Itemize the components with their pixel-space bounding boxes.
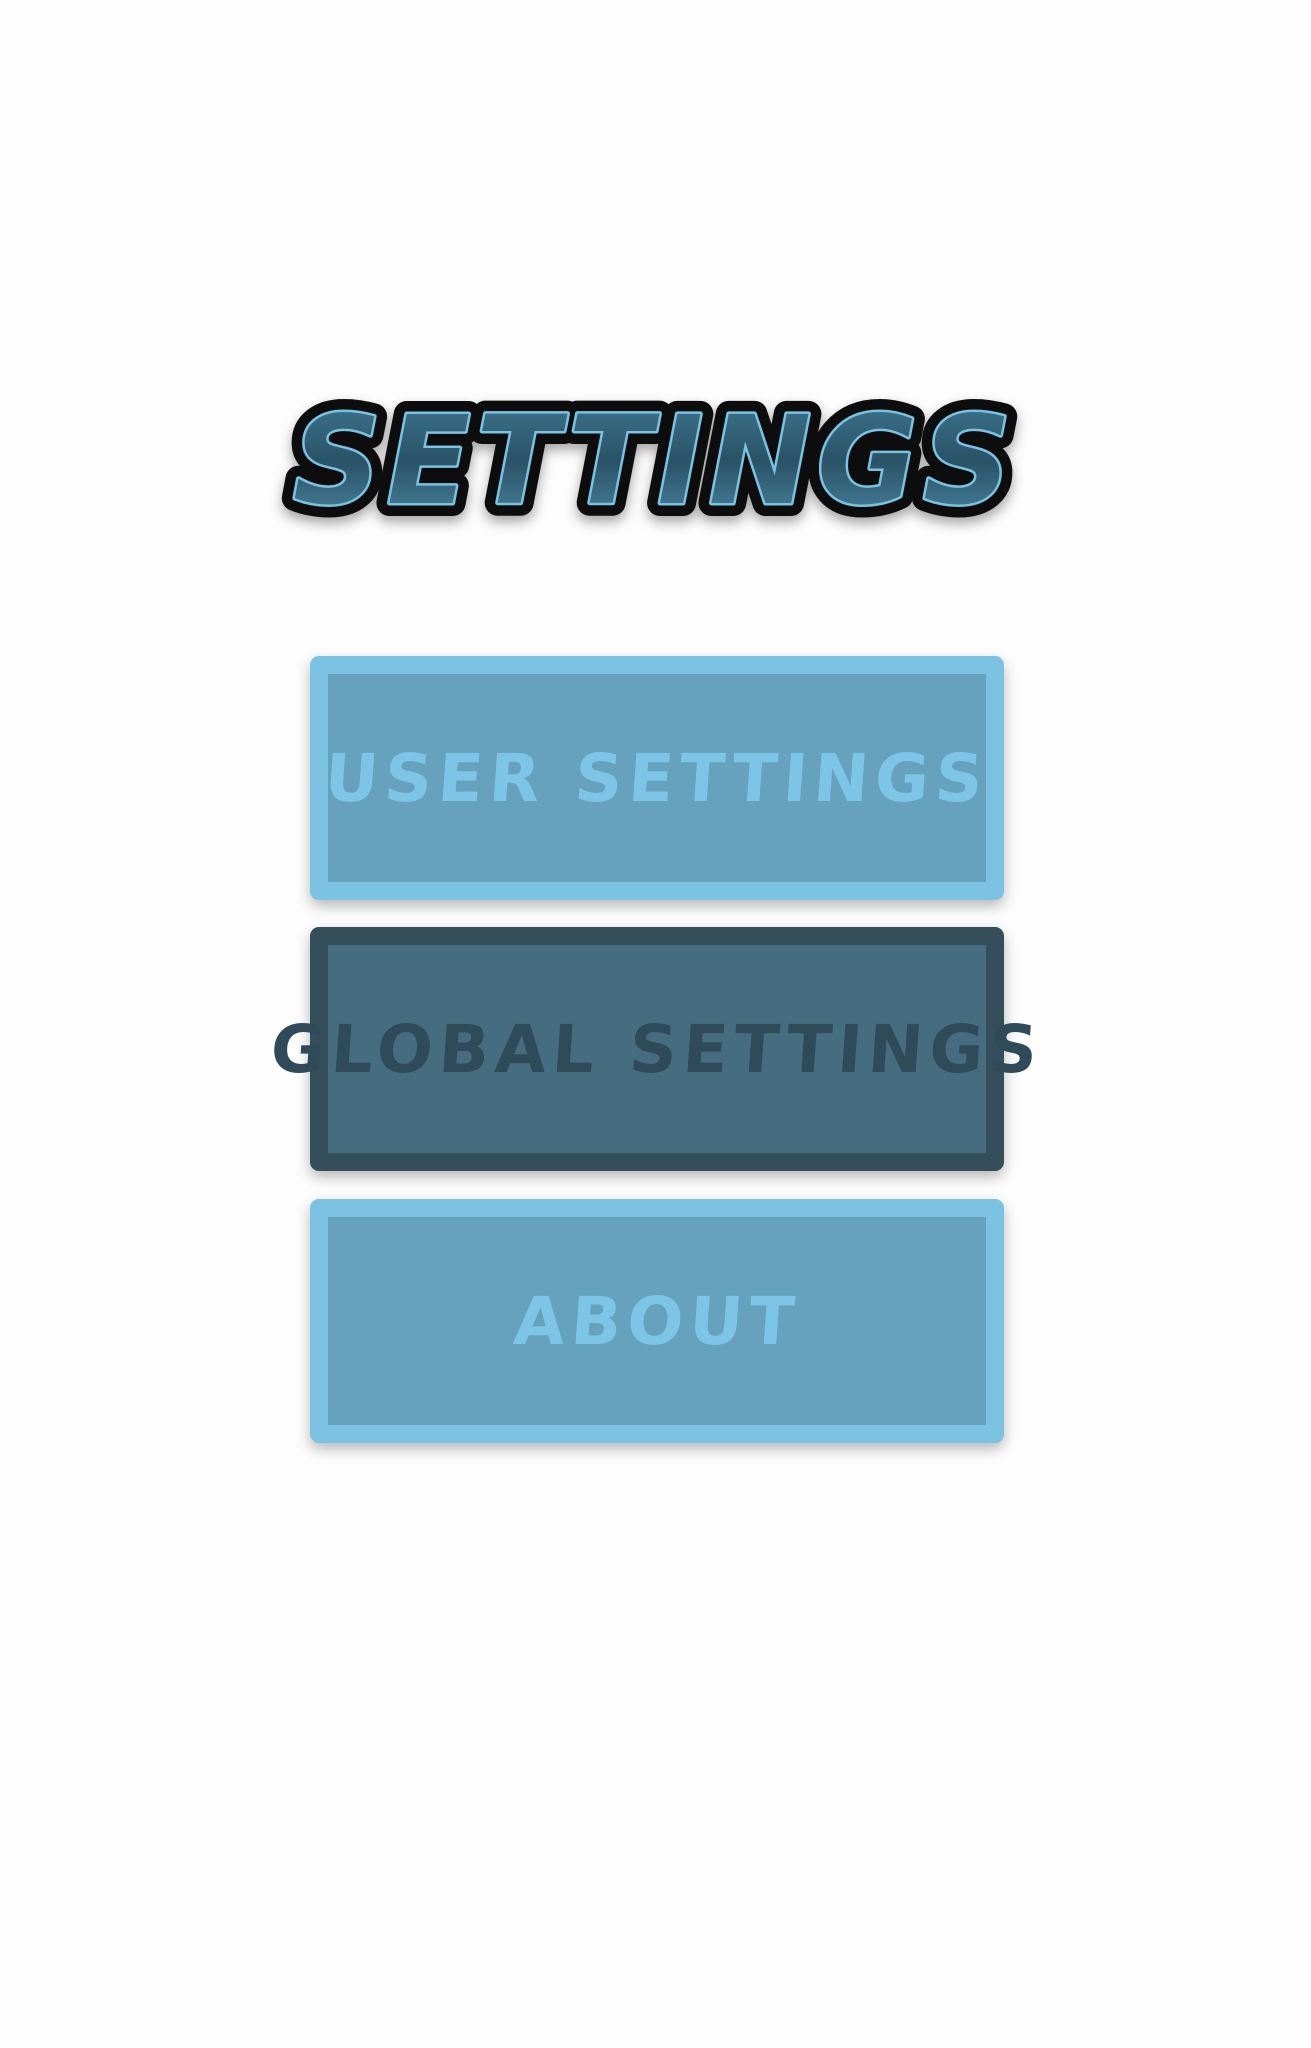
about-button[interactable]: ABOUT (310, 1199, 1004, 1443)
global-settings-label: GLOBAL SETTINGS (268, 1010, 1046, 1088)
global-settings-button[interactable]: GLOBAL SETTINGS (268, 927, 1046, 1171)
settings-title-logo: SETTINGS SETTINGS SETTINGS (280, 385, 1024, 535)
title-fill: SETTINGS (293, 390, 1017, 532)
user-settings-button[interactable]: USER SETTINGS (310, 656, 1004, 900)
about-label: ABOUT (511, 1282, 803, 1360)
page-title: SETTINGS SETTINGS SETTINGS (250, 385, 1060, 535)
user-settings-label: USER SETTINGS (322, 739, 992, 817)
